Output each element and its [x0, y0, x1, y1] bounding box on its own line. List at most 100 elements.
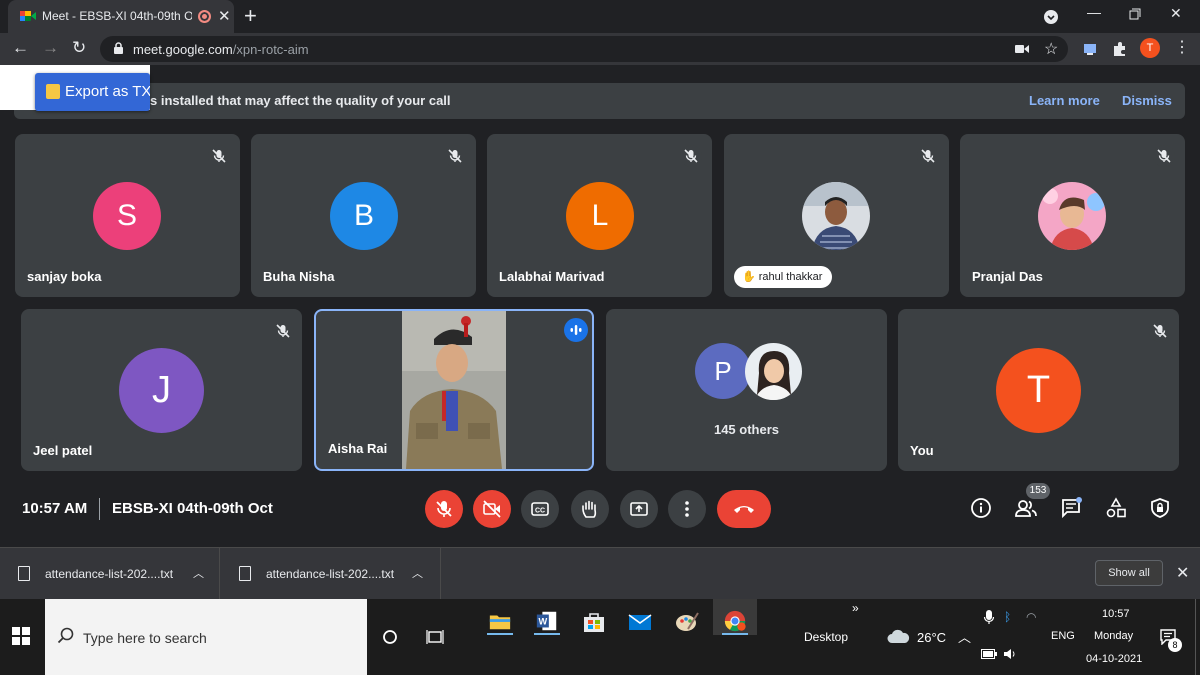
present-screen-button[interactable]: [620, 490, 658, 528]
participant-tile-you[interactable]: T You: [898, 309, 1179, 471]
warning-banner: s installed that may affect the quality …: [14, 83, 1185, 119]
tab-search-icon[interactable]: [1043, 9, 1059, 25]
profile-photo-others: [745, 343, 802, 400]
people-icon[interactable]: [1014, 497, 1038, 519]
reload-button[interactable]: ↻: [72, 38, 86, 58]
menu-kebab-icon[interactable]: ⋮: [1174, 37, 1190, 57]
bluetooth-icon[interactable]: ᛒ: [1004, 610, 1011, 624]
participant-tile-sanjay[interactable]: S sanjay boka: [15, 134, 240, 297]
download-item[interactable]: attendance-list-202....txt ︿: [221, 548, 441, 600]
export-overlay: Export as TX: [0, 65, 150, 111]
profile-avatar[interactable]: T: [1140, 38, 1160, 58]
avatar-you: T: [996, 348, 1081, 433]
back-button[interactable]: ←: [12, 38, 29, 58]
tab-close-icon[interactable]: ✕: [218, 7, 231, 25]
battery-icon[interactable]: [981, 649, 997, 659]
muted-mic-icon: [680, 145, 702, 167]
toggle-camera-button[interactable]: [473, 490, 511, 528]
dismiss-link[interactable]: Dismiss: [1122, 93, 1172, 108]
meeting-details-icon[interactable]: [970, 497, 992, 519]
participant-tile-rahul[interactable]: ✋ rahul thakkar: [724, 134, 949, 297]
raise-hand-button[interactable]: [571, 490, 609, 528]
bookmark-star-icon[interactable]: ☆: [1044, 39, 1058, 59]
cortana-icon[interactable]: [382, 629, 398, 645]
show-all-button[interactable]: Show all: [1095, 560, 1163, 586]
leave-call-button[interactable]: [717, 490, 771, 528]
extension-screen-icon[interactable]: [1082, 41, 1098, 57]
banner-message: s installed that may affect the quality …: [150, 93, 451, 108]
toggle-mic-button[interactable]: [425, 490, 463, 528]
search-icon: [57, 627, 74, 644]
participant-tile-others[interactable]: P 145 others: [606, 309, 887, 471]
restore-button[interactable]: [1129, 8, 1141, 20]
meet-page: s installed that may affect the quality …: [0, 65, 1200, 547]
taskbar-time[interactable]: 10:57: [1102, 608, 1130, 620]
svg-text:CC: CC: [535, 508, 545, 515]
word-icon[interactable]: W: [534, 609, 560, 635]
file-explorer-icon[interactable]: [487, 609, 513, 635]
export-label: Export as TX: [65, 83, 150, 100]
participant-tile-pranjal[interactable]: Pranjal Das: [960, 134, 1185, 297]
taskbar-date[interactable]: 04-10-2021: [1086, 653, 1142, 665]
store-icon[interactable]: [581, 609, 607, 635]
participant-tile-aisha-speaking[interactable]: Aisha Rai: [314, 309, 594, 471]
paint-icon[interactable]: [674, 609, 700, 635]
host-controls-icon[interactable]: [1149, 497, 1171, 519]
address-bar[interactable]: meet.google.com/xpn-rotc-aim ☆: [100, 36, 1068, 62]
camera-icon[interactable]: [1015, 44, 1029, 54]
new-tab-button[interactable]: +: [244, 3, 257, 29]
participant-tile-jeel[interactable]: J Jeel patel: [21, 309, 302, 471]
more-options-button[interactable]: [668, 490, 706, 528]
raised-hand-badge: ✋ rahul thakkar: [734, 266, 833, 288]
forward-button[interactable]: →: [42, 38, 59, 58]
language-indicator[interactable]: ENG: [1051, 630, 1075, 642]
file-icon: [18, 566, 30, 581]
wifi-icon[interactable]: ◠: [1026, 610, 1036, 624]
extensions-puzzle-icon[interactable]: [1112, 41, 1128, 57]
chevron-up-icon[interactable]: ︿: [958, 627, 971, 646]
muted-mic-icon: [1149, 320, 1171, 342]
download-item[interactable]: attendance-list-202....txt ︿: [0, 548, 220, 600]
avatar-sanjay: S: [93, 182, 161, 250]
activities-icon[interactable]: [1105, 497, 1127, 519]
downloads-close-icon[interactable]: ✕: [1176, 563, 1189, 583]
chevron-up-icon[interactable]: ︿: [412, 565, 423, 581]
minimize-button[interactable]: —: [1087, 4, 1101, 20]
participant-name: Buha Nisha: [263, 269, 335, 284]
participant-tile-lalabhai[interactable]: L Lalabhai Marivad: [487, 134, 712, 297]
file-icon: [239, 566, 251, 581]
avatar-jeel: J: [119, 348, 204, 433]
volume-icon[interactable]: [1003, 648, 1017, 660]
chevron-up-icon[interactable]: ︿: [193, 565, 204, 581]
browser-tab-strip: Meet - EBSB-XI 04th-09th Oc ✕ + — ✕: [0, 0, 1200, 33]
lock-icon: [114, 42, 123, 54]
participant-tile-buha[interactable]: B Buha Nisha: [251, 134, 476, 297]
mail-icon[interactable]: [627, 609, 653, 635]
taskbar-day[interactable]: Monday: [1094, 630, 1133, 642]
show-desktop-button[interactable]: [1195, 599, 1200, 675]
taskbar-search-box[interactable]: Type here to search: [45, 599, 367, 675]
windows-start-icon[interactable]: [12, 627, 30, 645]
divider: [99, 498, 100, 520]
window-close-button[interactable]: ✕: [1170, 5, 1182, 22]
chat-icon[interactable]: [1060, 497, 1082, 519]
desktop-toolbar-label[interactable]: Desktop: [804, 630, 848, 644]
weather-temperature[interactable]: 26°C: [917, 630, 946, 645]
captions-button[interactable]: CC: [521, 490, 559, 528]
chrome-icon[interactable]: [722, 609, 748, 635]
participant-name: Pranjal Das: [972, 269, 1043, 284]
downloads-bar: attendance-list-202....txt ︿ attendance-…: [0, 547, 1200, 600]
muted-mic-icon: [917, 145, 939, 167]
participant-name: You: [910, 443, 934, 458]
profile-photo-rahul: [802, 182, 870, 250]
learn-more-link[interactable]: Learn more: [1029, 93, 1100, 108]
google-meet-icon: [20, 11, 36, 21]
task-view-icon[interactable]: [426, 629, 444, 645]
export-as-txt-button[interactable]: Export as TX: [35, 73, 150, 111]
meeting-title: EBSB-XI 04th-09th Oct: [112, 500, 273, 517]
toolbar-overflow-chevron-icon[interactable]: »: [852, 601, 859, 615]
browser-tab-meet[interactable]: Meet - EBSB-XI 04th-09th Oc ✕: [8, 0, 234, 33]
hang-up-icon: [734, 506, 754, 513]
download-filename: attendance-list-202....txt: [45, 567, 174, 581]
muted-mic-icon: [1153, 145, 1175, 167]
